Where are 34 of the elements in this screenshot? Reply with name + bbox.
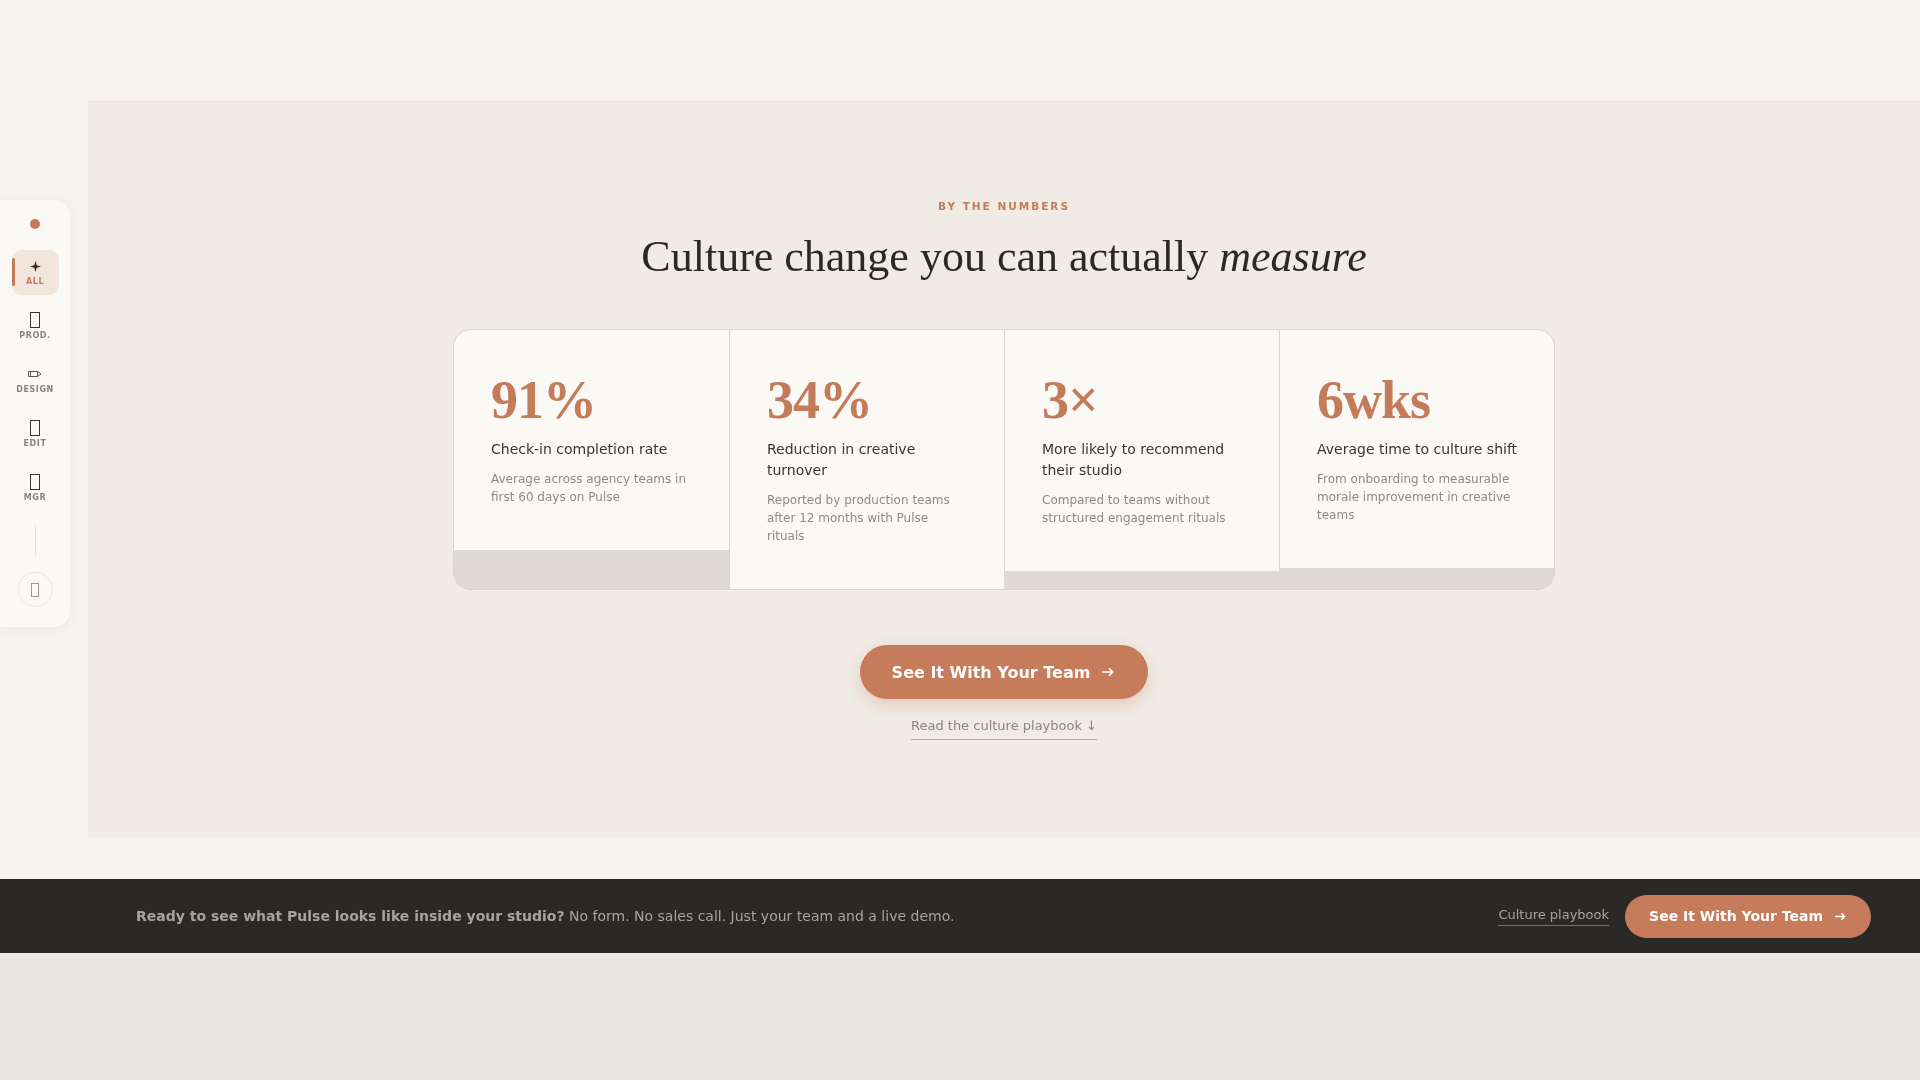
stat-title: Reduction in creative turnover xyxy=(767,440,917,480)
arrow-right-icon xyxy=(1102,667,1115,677)
stat-value: 91% xyxy=(491,373,597,427)
sidebar-item[interactable]: MGR xyxy=(11,466,59,511)
stat-title: Average time to culture shift xyxy=(1317,440,1519,459)
stat-value: 6wks xyxy=(1317,373,1432,427)
rectangle-icon xyxy=(30,312,40,328)
sidebar-item[interactable]: ALL xyxy=(11,250,59,295)
stat-description: Compared to teams without structured engagement rituals xyxy=(1042,492,1227,527)
playbook-link[interactable]: Read the culture playbook ↓ xyxy=(911,717,1097,740)
sidebar-item[interactable]: PROD. xyxy=(11,304,59,349)
section-heading: Culture change you can actually measure xyxy=(641,231,1367,283)
rectangle-icon xyxy=(30,420,40,436)
stat-description: From onboarding to measurable morale improvement in creative teams xyxy=(1317,471,1512,524)
rectangle-icon xyxy=(30,474,40,490)
pencil-icon xyxy=(28,370,42,378)
arrow-right-icon xyxy=(1835,911,1846,921)
sidebar-item[interactable]: DESIGN xyxy=(11,358,59,403)
stat-description: Average across agency teams in first 60 days on Pulse xyxy=(491,471,687,506)
cta-button[interactable]: See It With Your Team xyxy=(859,645,1149,699)
cta-button[interactable]: See It With Your Team xyxy=(1625,894,1871,938)
playbook-link[interactable]: Culture playbook xyxy=(1498,906,1610,926)
rectangle-icon xyxy=(31,582,39,597)
stat-value: 34% xyxy=(767,373,873,427)
icon-button[interactable] xyxy=(17,572,53,607)
stat-description: Reported by production teams after 12 months with Pulse rituals xyxy=(767,492,951,545)
dot-icon xyxy=(30,219,40,229)
star-icon xyxy=(29,260,41,272)
section-eyebrow: BY THE NUMBERS xyxy=(937,199,1071,213)
stat-value: 3× xyxy=(1042,373,1099,427)
cta-message: Ready to see what Pulse looks like inside your studio? No form. No sales call. Just your team and a live demo. xyxy=(136,907,955,925)
sidebar-item[interactable]: EDIT xyxy=(11,412,59,457)
stat-title: More likely to recommend their studio xyxy=(1042,440,1226,480)
stat-title: Check-in completion rate xyxy=(491,440,669,459)
